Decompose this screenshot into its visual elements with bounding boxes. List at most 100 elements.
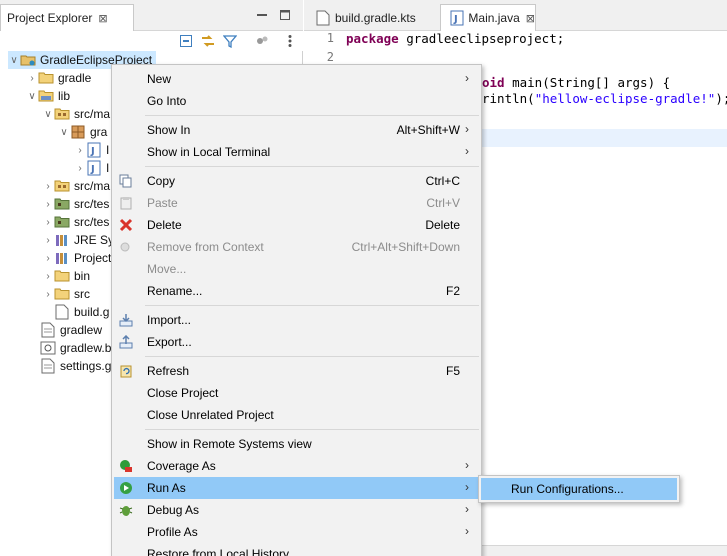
code-line-4[interactable]: oid main(String[] args) { xyxy=(482,75,670,90)
menu-item-shortcut: Ctrl+V xyxy=(426,196,460,210)
tree-item-src[interactable]: › src xyxy=(42,285,90,303)
menu-item-copy[interactable]: Copy Ctrl+C xyxy=(114,170,479,192)
tab-build-gradle-kts[interactable]: build.gradle.kts xyxy=(306,4,438,31)
tree-item-java-file[interactable]: › J I xyxy=(74,141,109,159)
tree-item-label: gradle xyxy=(58,71,92,85)
menu-item-go-into[interactable]: Go Into xyxy=(114,90,479,112)
tab-main-java[interactable]: J Main.java ⊠ xyxy=(440,4,536,31)
filter-icon[interactable] xyxy=(222,33,238,49)
menu-item-export[interactable]: Export... xyxy=(114,331,479,353)
tree-item-src-main-res[interactable]: › src/ma xyxy=(42,177,110,195)
menu-item-coverage-as[interactable]: Coverage As › xyxy=(114,455,479,477)
menu-item-close-project[interactable]: Close Project xyxy=(114,382,479,404)
code-line-1[interactable]: package gradleeclipseproject; xyxy=(346,31,564,46)
menu-item-run-configurations[interactable]: Run Configurations... xyxy=(481,478,677,500)
menu-item-shortcut: Ctrl+Alt+Shift+Down xyxy=(351,240,460,254)
chevron-right-icon[interactable]: › xyxy=(42,195,54,213)
link-with-editor-icon[interactable] xyxy=(200,33,216,49)
menu-item-import[interactable]: Import... xyxy=(114,309,479,331)
close-icon[interactable]: ⊠ xyxy=(98,12,107,25)
menu-item-profile-as[interactable]: Profile As › xyxy=(114,521,479,543)
menu-item-label: Coverage As xyxy=(147,459,216,473)
gradle-file-icon xyxy=(315,10,331,26)
menu-item-run-as[interactable]: Run As › xyxy=(114,477,479,499)
chevron-right-icon[interactable]: › xyxy=(74,159,86,177)
menu-item-show-in-terminal[interactable]: Show in Local Terminal › xyxy=(114,141,479,163)
code-line-5[interactable]: rintln("hellow-eclipse-gradle!"); xyxy=(482,91,727,106)
code-text: gradleeclipseproject; xyxy=(398,31,565,46)
file-icon xyxy=(40,322,56,338)
chevron-right-icon[interactable]: › xyxy=(42,267,54,285)
source-folder-icon xyxy=(54,178,70,194)
close-icon[interactable]: ⊠ xyxy=(526,12,535,25)
menu-item-shortcut: Delete xyxy=(425,218,460,232)
maximize-icon[interactable] xyxy=(279,9,291,21)
tree-item-bin[interactable]: › bin xyxy=(42,267,90,285)
view-menu-icon[interactable] xyxy=(282,33,298,49)
source-folder-icon xyxy=(54,214,70,230)
menu-item-label: Import... xyxy=(147,313,192,327)
minimize-icon[interactable] xyxy=(256,9,268,21)
chevron-right-icon[interactable]: › xyxy=(42,249,54,267)
tree-item-project-deps[interactable]: › Project xyxy=(42,249,111,267)
menu-item-rename[interactable]: Rename... F2 xyxy=(114,280,479,302)
tree-item-label: src/ma xyxy=(74,179,110,193)
menu-item-shortcut: Alt+Shift+W xyxy=(396,123,460,137)
svg-text:J: J xyxy=(90,146,95,157)
chevron-down-icon[interactable]: ∨ xyxy=(8,51,20,69)
tree-item-gradle[interactable]: › gradle xyxy=(26,69,91,87)
menu-item-label: Refresh xyxy=(147,364,190,378)
java-file-icon: J xyxy=(449,10,464,26)
menu-item-close-unrelated-project[interactable]: Close Unrelated Project xyxy=(114,404,479,426)
chevron-down-icon[interactable]: ∨ xyxy=(26,87,38,105)
chevron-right-icon[interactable]: › xyxy=(26,69,38,87)
editor-tab-bar: build.gradle.kts J Main.java ⊠ xyxy=(304,0,727,31)
tree-item-jre[interactable]: › JRE Sy xyxy=(42,231,114,249)
tree-item-gradlew[interactable]: gradlew xyxy=(40,321,102,339)
tree-item-src-main[interactable]: ∨ src/ma xyxy=(42,105,110,123)
menu-item-move[interactable]: Move... xyxy=(114,258,479,280)
menu-item-label: Go Into xyxy=(147,94,187,108)
menu-item-show-in[interactable]: Show In Alt+Shift+W › xyxy=(114,119,479,141)
menu-item-debug-as[interactable]: Debug As › xyxy=(114,499,479,521)
menu-separator xyxy=(145,429,479,430)
tree-item-lib[interactable]: ∨ lib xyxy=(26,87,70,105)
tree-item-src-test-res[interactable]: › src/tes xyxy=(42,213,109,231)
copy-icon xyxy=(118,173,134,189)
menu-item-label: Run Configurations... xyxy=(511,482,624,496)
svg-text:J: J xyxy=(90,164,95,175)
menu-item-show-in-remote-systems[interactable]: Show in Remote Systems view xyxy=(114,433,479,455)
chevron-right-icon[interactable]: › xyxy=(42,213,54,231)
context-menu: New › Go Into Show In Alt+Shift+W › Show… xyxy=(111,64,482,556)
menu-separator xyxy=(145,305,479,306)
focus-task-icon[interactable] xyxy=(254,33,270,49)
tree-item-java-file[interactable]: › J I xyxy=(74,159,109,177)
menu-item-paste[interactable]: Paste Ctrl+V xyxy=(114,192,479,214)
tree-item-gradlew-bat[interactable]: gradlew.b xyxy=(40,339,111,357)
code-text: main(String[] args) { xyxy=(504,75,671,90)
chevron-right-icon[interactable]: › xyxy=(42,285,54,303)
menu-item-remove-from-context[interactable]: Remove from Context Ctrl+Alt+Shift+Down xyxy=(114,236,479,258)
chevron-right-icon[interactable]: › xyxy=(42,177,54,195)
menu-item-restore-local-history[interactable]: Restore from Local History... xyxy=(114,543,479,556)
collapse-all-icon[interactable] xyxy=(178,33,194,49)
menu-item-new[interactable]: New › xyxy=(114,68,479,90)
menu-item-label: Debug As xyxy=(147,503,200,517)
tab-project-explorer[interactable]: Project Explorer ⊠ xyxy=(0,4,134,31)
chevron-down-icon[interactable]: ∨ xyxy=(58,123,70,141)
chevron-right-icon[interactable]: › xyxy=(74,141,86,159)
tree-item-settings-gradle[interactable]: settings.g xyxy=(40,357,111,375)
menu-item-refresh[interactable]: Refresh F5 xyxy=(114,360,479,382)
delete-icon xyxy=(118,217,134,233)
tree-item-package[interactable]: ∨ gra xyxy=(58,123,107,141)
code-keyword: package xyxy=(346,31,399,46)
tree-item-label: build.g xyxy=(74,305,110,319)
menu-item-label: Show in Local Terminal xyxy=(147,145,271,159)
chevron-right-icon[interactable]: › xyxy=(42,231,54,249)
source-folder-icon xyxy=(54,106,70,122)
menu-item-delete[interactable]: Delete Delete xyxy=(114,214,479,236)
tree-item-build-gradle[interactable]: build.g xyxy=(54,303,109,321)
tree-item-label: src/tes xyxy=(74,197,110,211)
chevron-down-icon[interactable]: ∨ xyxy=(42,105,54,123)
tree-item-src-test[interactable]: › src/tes xyxy=(42,195,109,213)
